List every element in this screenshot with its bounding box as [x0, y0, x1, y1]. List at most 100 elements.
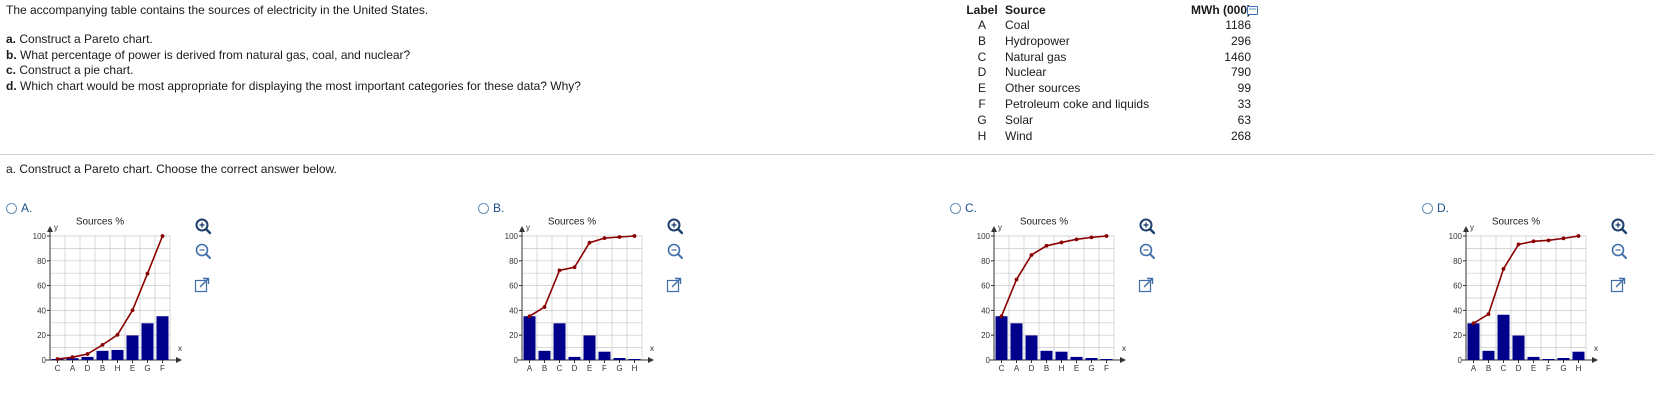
chart-bar [523, 316, 536, 360]
y-tick-label: 80 [37, 257, 46, 266]
y-axis-arrow [1463, 226, 1469, 232]
cumulative-point [1561, 236, 1566, 241]
question-item-c: c. Construct a pie chart. [6, 63, 134, 77]
question-item-d: d. Which chart would be most appropriate… [6, 78, 581, 93]
option-d-pareto-chart: Sources % y x 0 20 40 60 80 100 A B C D E F G H [1449, 216, 1628, 373]
open-external-icon[interactable] [1138, 277, 1154, 293]
cumulative-point [602, 236, 607, 241]
y-tick-label: 20 [509, 331, 518, 340]
chart-bar [1040, 350, 1053, 360]
table-row: B Hydropower 296 [977, 33, 1251, 48]
radio-button[interactable] [950, 203, 961, 214]
chart-bar [141, 323, 154, 360]
x-tick-label: F [1104, 364, 1109, 373]
zoom-out-icon[interactable] [667, 243, 683, 259]
chart-bar [1542, 359, 1555, 360]
x-tick-label: G [616, 364, 622, 373]
zoom-in-icon[interactable] [195, 218, 212, 235]
x-tick-label: C [55, 364, 61, 373]
table-row: H Wind 268 [977, 128, 1251, 143]
sources-table: Label Source MWh (000) A Coal 1186 B Hydrop… [963, 3, 1251, 144]
x-tick-label: A [1471, 364, 1477, 373]
y-axis-label: y [54, 223, 58, 232]
table-row: E Other sources 99 [977, 81, 1251, 96]
cumulative-point [632, 234, 637, 238]
x-tick-label: B [1044, 364, 1049, 373]
open-external-icon[interactable] [666, 277, 682, 293]
y-axis-label: y [998, 223, 1002, 232]
zoom-in-icon[interactable] [1611, 218, 1628, 235]
chart-bar [628, 359, 641, 360]
option-a-pareto-chart: Sources % y x 0 20 40 60 80 100 C A D B H E G F [33, 216, 212, 373]
x-tick-label: D [1029, 364, 1035, 373]
cumulative-point [572, 265, 577, 270]
chart-bar [1010, 323, 1023, 360]
x-axis-arrow [1120, 357, 1126, 363]
chart-bar [96, 350, 109, 360]
x-tick-label: C [1501, 364, 1507, 373]
y-tick-label: 0 [986, 356, 991, 365]
zoom-in-icon[interactable] [667, 218, 684, 235]
cumulative-point [1029, 253, 1034, 257]
cumulative-point [1074, 237, 1079, 242]
radio-button[interactable] [1422, 203, 1433, 214]
y-tick-label: 60 [1453, 282, 1462, 291]
question-item-a: a. Construct a Pareto chart. [6, 32, 153, 46]
cumulative-point [617, 235, 622, 239]
cumulative-point [557, 268, 562, 273]
question-item-b: b. What percentage of power is derived f… [6, 47, 411, 62]
y-tick-label: 100 [505, 232, 519, 241]
cumulative-point [999, 314, 1004, 319]
option-d-radio[interactable]: D. [1422, 201, 1449, 215]
zoom-in-icon[interactable] [1139, 218, 1156, 235]
x-tick-label: D [1516, 364, 1522, 373]
col-header-label: Label [966, 3, 998, 17]
chart-title: Sources % [548, 216, 596, 227]
y-tick-label: 40 [1453, 306, 1462, 315]
col-header-source: Source [1005, 3, 1046, 17]
chart-bar [111, 349, 124, 360]
chart-bar [126, 335, 139, 360]
option-b-radio[interactable]: B. [478, 201, 504, 215]
open-external-icon[interactable] [194, 277, 210, 293]
y-tick-label: 0 [514, 356, 519, 365]
option-c-radio[interactable]: C. [950, 201, 977, 215]
cumulative-point [1059, 240, 1064, 245]
y-tick-label: 60 [509, 282, 518, 291]
zoom-out-icon[interactable] [195, 243, 211, 259]
chart-bar [613, 358, 626, 360]
x-tick-label: E [1074, 364, 1079, 373]
radio-button[interactable] [6, 203, 17, 214]
x-tick-label: D [85, 364, 91, 373]
chart-bar [1025, 335, 1038, 360]
x-tick-label: C [999, 364, 1005, 373]
cumulative-point [1501, 266, 1506, 271]
y-tick-label: 20 [981, 331, 990, 340]
x-tick-label: B [542, 364, 547, 373]
open-external-icon[interactable] [1610, 277, 1626, 293]
chart-bar [1100, 359, 1113, 360]
x-axis-arrow [648, 357, 654, 363]
y-tick-label: 20 [1453, 331, 1462, 340]
table-row: F Petroleum coke and liquids 33 [978, 96, 1251, 111]
x-tick-label: E [1531, 364, 1536, 373]
zoom-out-icon[interactable] [1139, 243, 1155, 259]
table-row: D Nuclear 790 [977, 65, 1251, 80]
copy-icon[interactable] [1247, 6, 1258, 15]
x-tick-label: G [1088, 364, 1094, 373]
radio-button[interactable] [478, 203, 489, 214]
x-tick-label: F [1546, 364, 1551, 373]
option-a-radio[interactable]: A. [6, 201, 32, 215]
y-tick-label: 100 [1449, 232, 1463, 241]
x-axis-arrow [1592, 357, 1598, 363]
cumulative-point [85, 352, 90, 356]
x-tick-label: H [1576, 364, 1582, 373]
y-tick-label: 60 [981, 282, 990, 291]
chart-bar [1512, 335, 1525, 360]
x-tick-label: H [1059, 364, 1065, 373]
y-tick-label: 0 [1458, 356, 1463, 365]
chart-title: Sources % [1020, 216, 1068, 227]
x-tick-label: D [572, 364, 578, 373]
cumulative-point [1546, 238, 1551, 243]
zoom-out-icon[interactable] [1611, 243, 1627, 259]
